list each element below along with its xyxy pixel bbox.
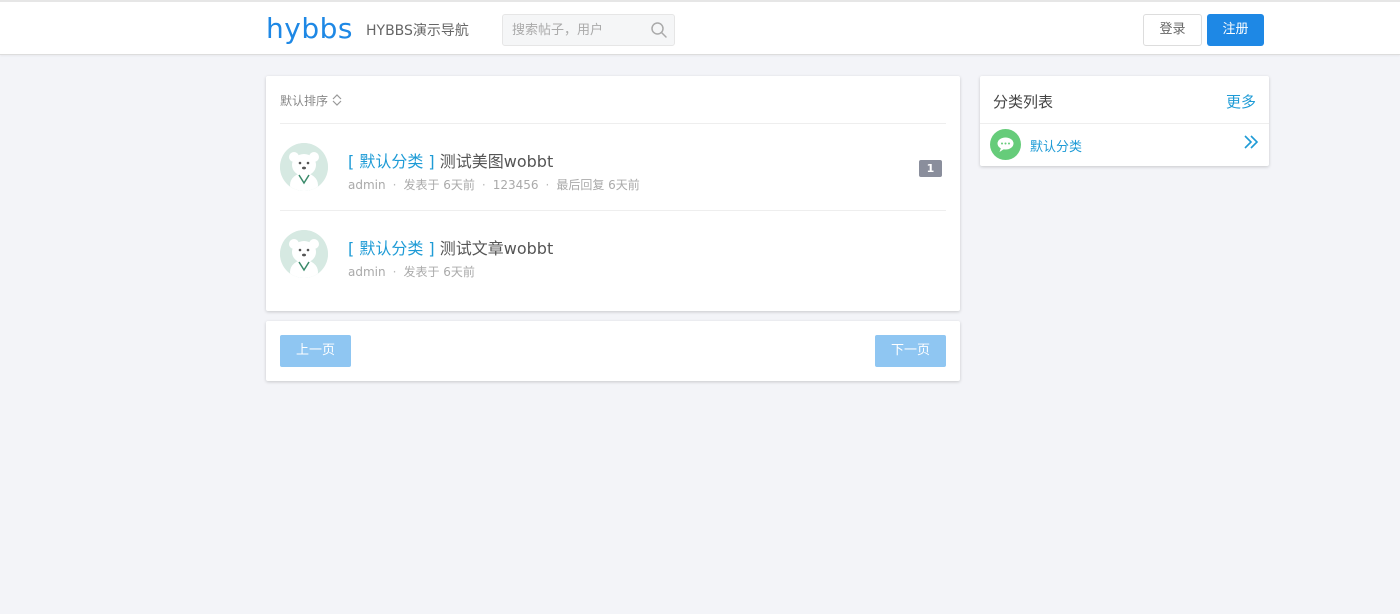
- search-input[interactable]: [503, 15, 643, 45]
- thread-item: [ 默认分类 ] 测试文章wobbt admin · 发表于 6天前: [280, 211, 946, 299]
- reply-count-badge: 1: [919, 160, 942, 177]
- sidebar-item-label: 默认分类: [1030, 140, 1083, 155]
- thread-last-reply-time: 最后回复 6天前: [556, 178, 640, 192]
- thread-meta: admin · 发表于 6天前 · 123456 · 最后回复 6天前: [348, 178, 640, 192]
- thread-item: [ 默认分类 ] 测试美图wobbt admin · 发表于 6天前 · 123456 ·…: [280, 124, 946, 212]
- thread-list-card: 默认排序 [ 默认分类 ] 测试美图wobbt admin · 发表于 6天前 …: [266, 76, 960, 311]
- sort-label: 默认排序: [280, 94, 329, 108]
- login-button[interactable]: 登录: [1143, 14, 1202, 46]
- sort-dropdown[interactable]: 默认排序: [280, 92, 343, 109]
- sidebar-title: 分类列表: [993, 93, 1054, 111]
- search-box: [502, 14, 675, 46]
- thread-posted-time: 发表于 6天前: [403, 265, 475, 279]
- pagination-card: 上一页 下一页: [266, 321, 960, 381]
- thread-author-link[interactable]: admin: [348, 265, 386, 279]
- search-icon[interactable]: [650, 21, 668, 39]
- more-link[interactable]: 更多: [1226, 91, 1256, 112]
- avatar[interactable]: [280, 143, 328, 191]
- category-list-card: 分类列表 更多 默认分类: [980, 76, 1269, 166]
- site-logo[interactable]: hybbs: [266, 12, 353, 45]
- chat-bubble-icon: [990, 129, 1021, 160]
- sidebar-item-default-category[interactable]: 默认分类: [980, 124, 1269, 166]
- thread-last-user-link[interactable]: 123456: [493, 178, 539, 192]
- prev-page-button[interactable]: 上一页: [280, 335, 351, 367]
- thread-posted-time: 发表于 6天前: [403, 178, 475, 192]
- register-button[interactable]: 注册: [1207, 14, 1264, 46]
- thread-title: [ 默认分类 ] 测试文章wobbt: [348, 235, 553, 259]
- thread-meta: admin · 发表于 6天前: [348, 265, 475, 279]
- sort-icon: [332, 94, 342, 106]
- thread-author-link[interactable]: admin: [348, 178, 386, 192]
- top-header: hybbs HYBBS演示导航 登录 注册: [0, 0, 1400, 55]
- avatar[interactable]: [280, 230, 328, 278]
- nav-link-demo[interactable]: HYBBS演示导航: [366, 20, 469, 40]
- next-page-button[interactable]: 下一页: [875, 335, 946, 367]
- thread-title: [ 默认分类 ] 测试美图wobbt: [348, 148, 553, 172]
- thread-title-link[interactable]: 测试美图wobbt: [440, 152, 553, 171]
- double-chevron-right-icon: [1244, 135, 1259, 149]
- thread-category-link[interactable]: [ 默认分类 ]: [348, 239, 435, 258]
- bear-avatar-icon: [280, 230, 328, 278]
- thread-title-link[interactable]: 测试文章wobbt: [440, 239, 553, 258]
- bear-avatar-icon: [280, 143, 328, 191]
- thread-category-link[interactable]: [ 默认分类 ]: [348, 152, 435, 171]
